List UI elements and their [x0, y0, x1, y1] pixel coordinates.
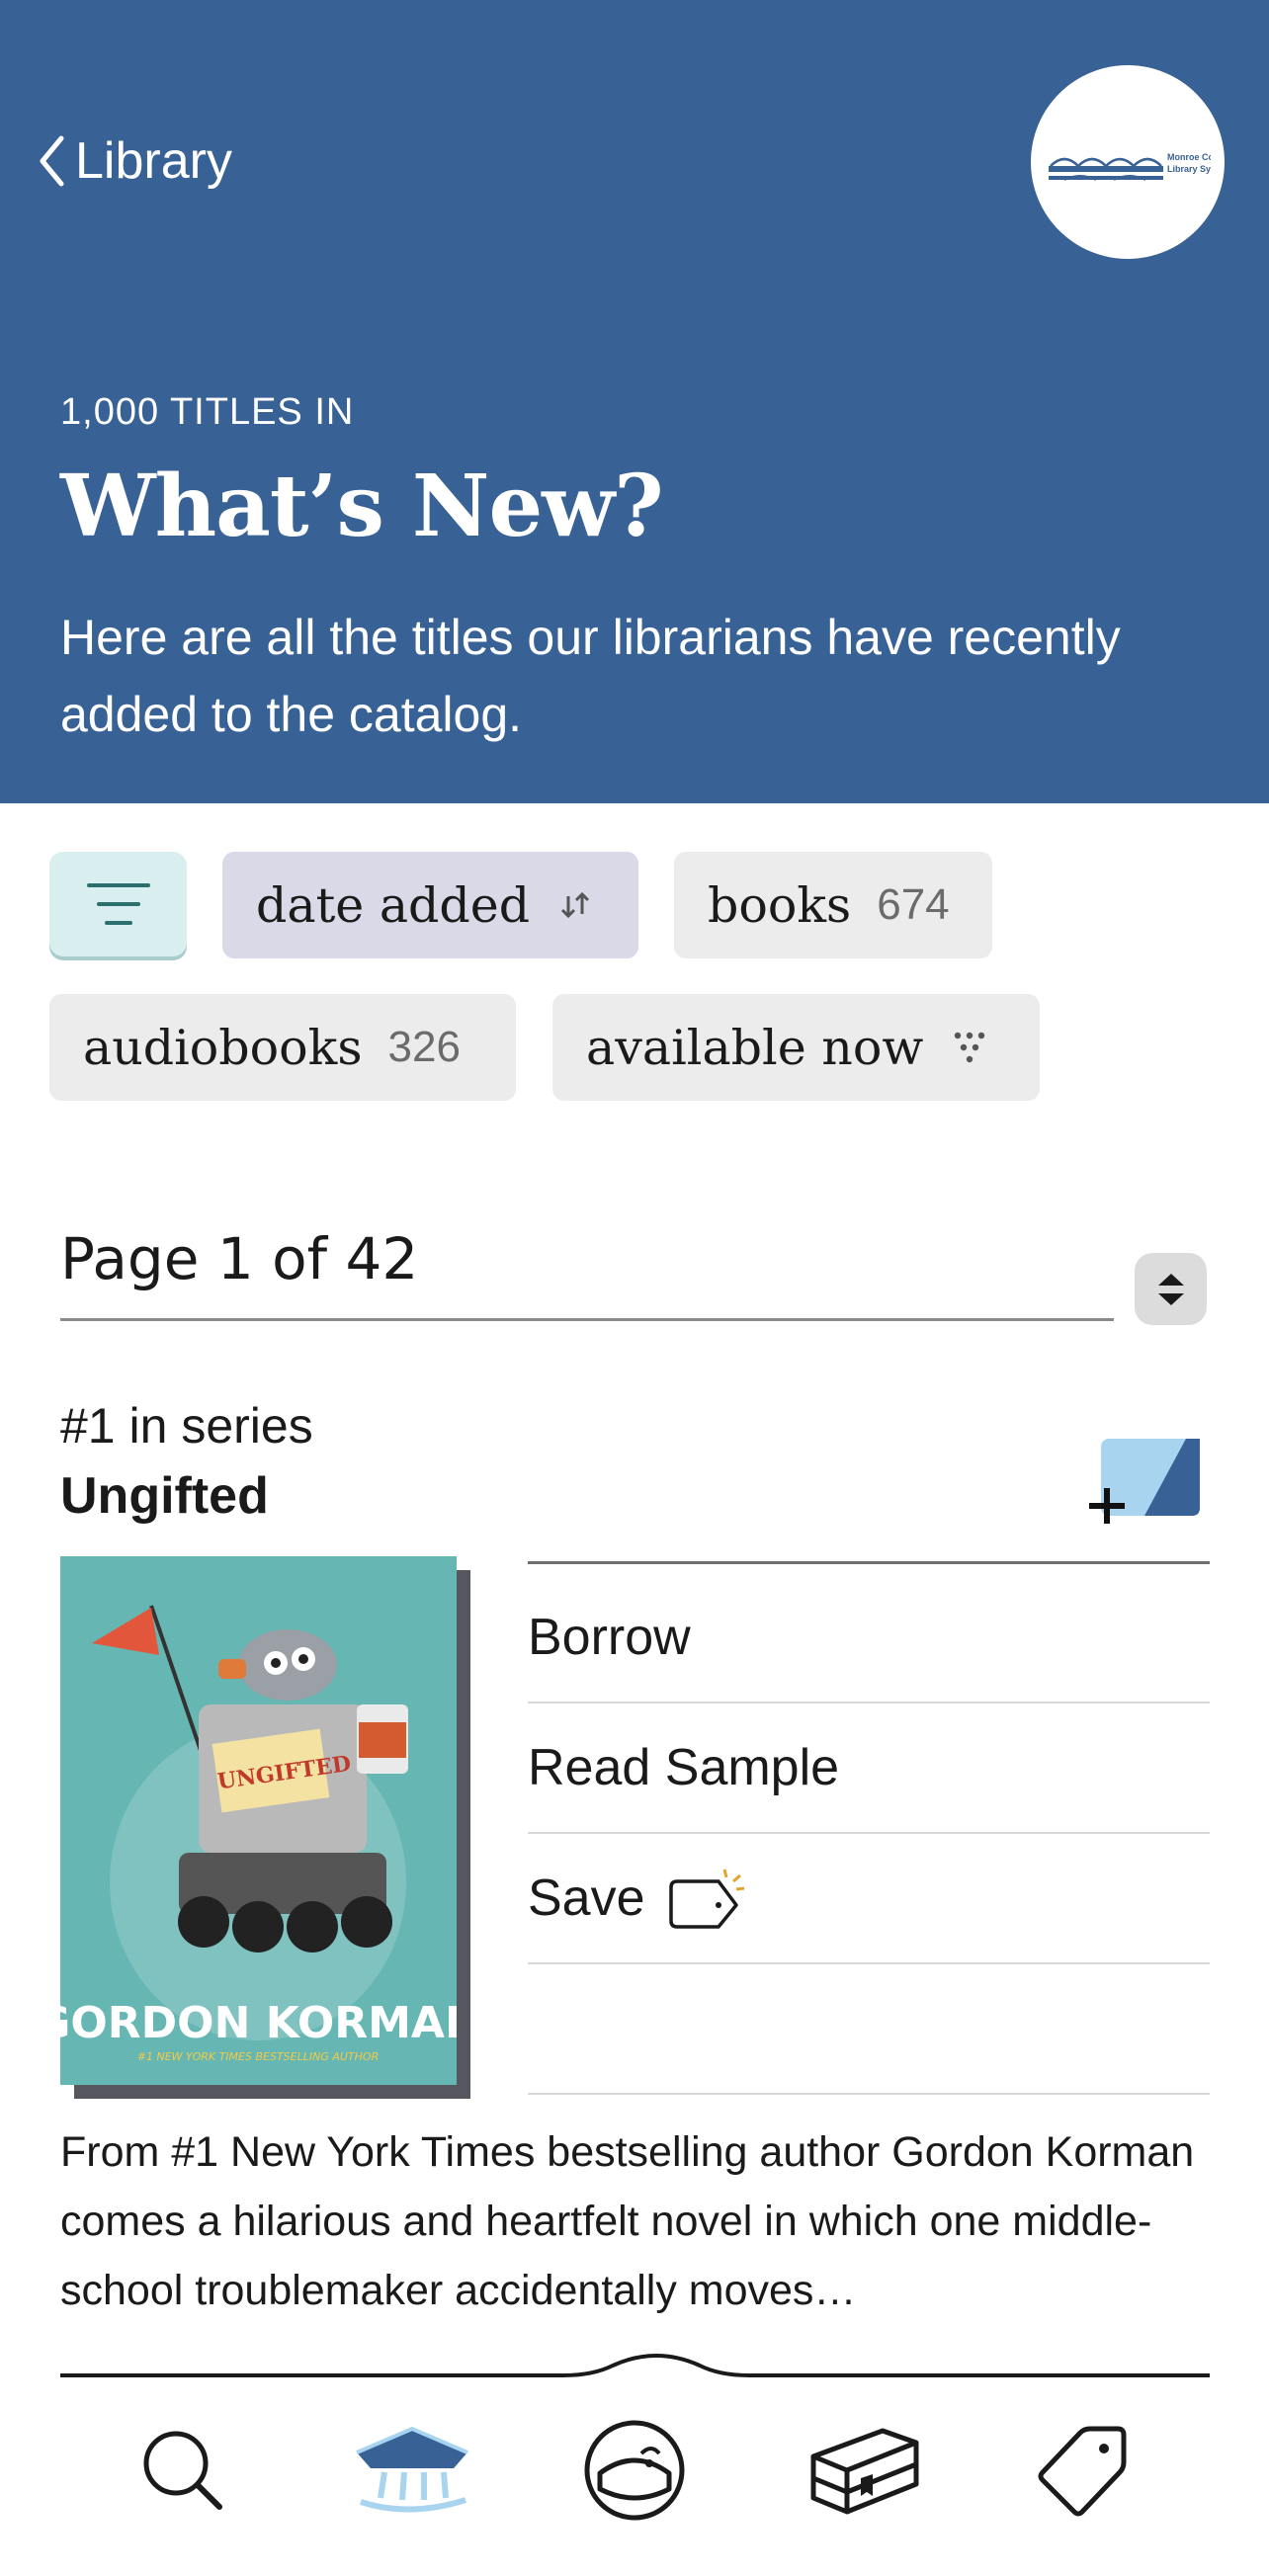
chip-count: 326: [387, 1023, 461, 1071]
book-description[interactable]: From #1 New York Times bestselling autho…: [60, 2118, 1217, 2325]
hamburger-icon: [86, 883, 150, 925]
tag-icon: [667, 1866, 746, 1931]
nav-divider: [60, 2353, 1210, 2377]
back-label: Library: [75, 132, 232, 190]
cover-tagline-text: #1 NEW YORK TIMES BESTSELLING AUTHOR: [137, 2050, 379, 2063]
add-to-list-button[interactable]: [1087, 1433, 1206, 1532]
library-logo[interactable]: Monroe County Library System: [1031, 65, 1225, 259]
read-sample-label: Read Sample: [528, 1739, 840, 1796]
page-stepper-button[interactable]: [1135, 1253, 1207, 1325]
available-now-chip[interactable]: available now: [552, 994, 1040, 1101]
save-label: Save: [528, 1870, 645, 1927]
sort-arrows-icon: [559, 890, 591, 920]
cover-author-text: GORDON KORMAN: [60, 1998, 457, 2048]
back-to-library-button[interactable]: Library: [38, 126, 232, 196]
chip-label: date added: [256, 876, 531, 934]
bridge-logo-icon: Monroe County Library System: [1049, 152, 1211, 181]
nav-library-button[interactable]: [348, 2411, 476, 2530]
nav-guide-button[interactable]: [575, 2411, 694, 2530]
nav-shelf-button[interactable]: [801, 2411, 929, 2530]
up-down-stepper-icon: [1157, 1273, 1184, 1305]
books-format-chip[interactable]: books 674: [674, 852, 992, 958]
page-underline: [60, 1318, 1114, 1321]
sort-date-added-chip[interactable]: date added: [222, 852, 638, 958]
chevron-left-icon: [40, 135, 64, 187]
chip-count: 674: [877, 880, 950, 929]
guide-icon: [584, 2420, 685, 2521]
borrow-label: Borrow: [528, 1609, 691, 1666]
header-banner: Library Monroe County Library System 1,0…: [0, 0, 1269, 803]
audiobooks-format-chip[interactable]: audiobooks 326: [49, 994, 516, 1101]
bottom-nav: [0, 2352, 1269, 2576]
chip-label: books: [708, 876, 852, 934]
titles-count: 1,000 TITLES IN: [60, 391, 355, 433]
book-cover-art: UNGIFTED GORDON KORMAN #1 NEW YORK TIMES…: [60, 1556, 457, 2085]
chip-label: audiobooks: [83, 1019, 363, 1076]
nav-tags-button[interactable]: [1023, 2411, 1142, 2530]
filter-funnel-icon: [953, 1031, 986, 1064]
book-cover[interactable]: UNGIFTED GORDON KORMAN #1 NEW YORK TIMES…: [60, 1556, 457, 2085]
nav-search-button[interactable]: [124, 2411, 242, 2530]
filter-menu-button[interactable]: [49, 852, 187, 956]
actions-spacer: [528, 1964, 1210, 2095]
shelf-icon: [810, 2428, 919, 2515]
page-selector[interactable]: Page 1 of 42: [60, 1225, 418, 1292]
save-button[interactable]: Save: [528, 1834, 1210, 1964]
chip-label: available now: [586, 1019, 924, 1076]
add-to-list-icon: [1089, 1439, 1200, 1524]
library-icon: [356, 2426, 468, 2513]
svg-text:Library System: Library System: [1167, 164, 1211, 174]
read-sample-button[interactable]: Read Sample: [528, 1703, 1210, 1834]
book-title[interactable]: Ungifted: [60, 1466, 269, 1526]
page-description: Here are all the titles our librarians h…: [60, 610, 1121, 742]
svg-text:Monroe County: Monroe County: [1167, 152, 1211, 162]
page-title: What’s New?: [60, 457, 664, 556]
series-label: #1 in series: [60, 1398, 313, 1454]
borrow-button[interactable]: Borrow: [528, 1573, 1210, 1703]
tags-icon: [1038, 2426, 1127, 2517]
actions-divider: [528, 1561, 1210, 1564]
search-icon: [143, 2431, 222, 2510]
